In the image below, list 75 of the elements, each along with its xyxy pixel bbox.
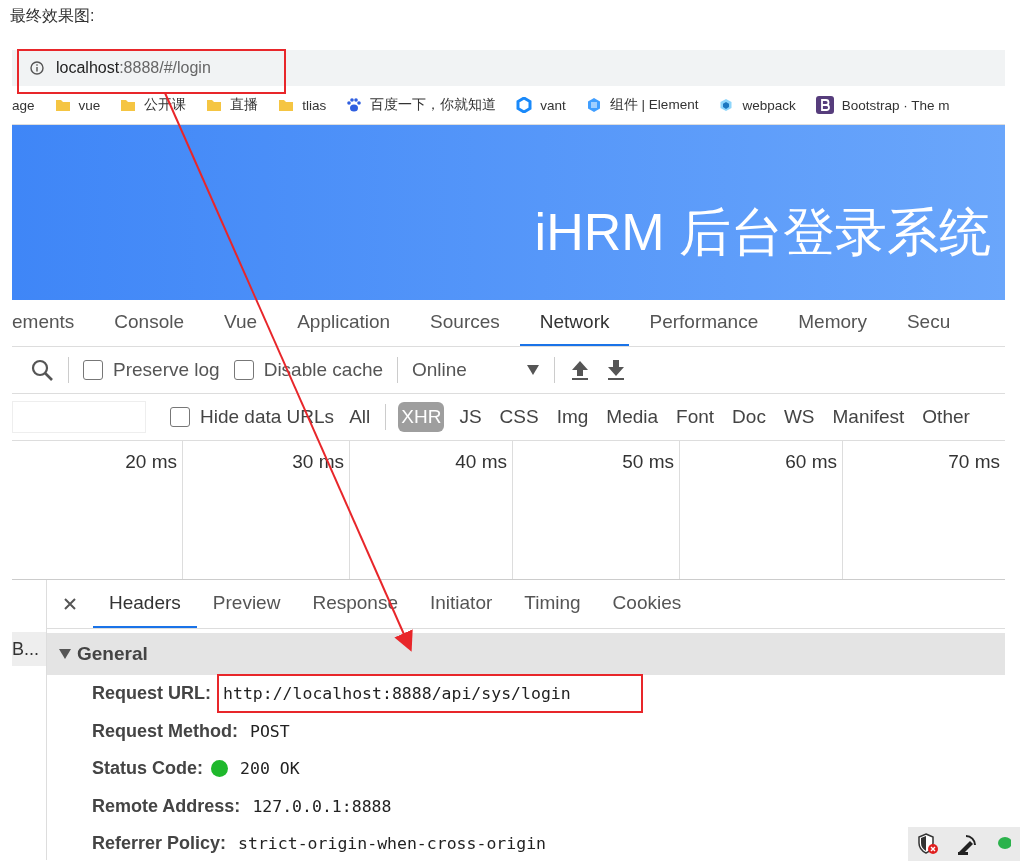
section-header[interactable]: General xyxy=(47,633,1005,675)
type-filter[interactable]: Media xyxy=(603,402,662,432)
detail-tab[interactable]: Cookies xyxy=(596,580,698,628)
cube-icon xyxy=(718,97,735,113)
satellite-icon[interactable] xyxy=(956,833,978,855)
bookmark[interactable]: 百度一下，你就知道 xyxy=(346,96,497,114)
devtools-tab[interactable]: Performance xyxy=(629,300,779,346)
header-label: Referrer Policy: xyxy=(92,833,227,855)
paw-icon xyxy=(346,97,363,113)
header-label: Remote Address: xyxy=(92,795,241,817)
bookmark[interactable]: 直播 xyxy=(206,96,259,114)
banner-title: iHRM 后台登录系统 xyxy=(534,201,991,263)
search-icon[interactable] xyxy=(30,358,54,382)
type-filter[interactable]: JS xyxy=(456,402,485,432)
bookmark[interactable]: webpack xyxy=(718,97,796,113)
shield-icon[interactable] xyxy=(916,833,939,855)
hexagon-icon xyxy=(585,97,602,113)
caret-icon[interactable] xyxy=(526,364,540,376)
header-value: strict-origin-when-cross-origin xyxy=(237,833,547,856)
type-filter[interactable]: Doc xyxy=(729,402,769,432)
download-icon[interactable] xyxy=(605,359,627,381)
type-filter[interactable]: Img xyxy=(553,402,592,432)
type-filter[interactable]: All xyxy=(346,402,374,432)
time-tick: 50 ms xyxy=(622,451,674,472)
bookmark[interactable]: tlias xyxy=(278,97,327,113)
bookmark[interactable]: Bootstrap · The m xyxy=(815,96,950,114)
type-filter[interactable]: WS xyxy=(780,402,818,432)
bootstrap-icon xyxy=(815,96,834,114)
header-value: 200 OK xyxy=(239,758,301,781)
header-value: 127.0.0.1:8888 xyxy=(251,795,393,818)
url-path: :8888/#/login xyxy=(119,59,211,77)
preserve-log-checkbox[interactable]: Preserve log xyxy=(83,359,220,381)
time-tick: 40 ms xyxy=(455,451,507,472)
url-host: localhost xyxy=(56,59,120,77)
devtools-tab[interactable]: ements xyxy=(12,300,95,346)
bookmark[interactable]: age xyxy=(12,97,35,113)
type-filter[interactable]: Manifest xyxy=(829,402,908,432)
caption: 最终效果图: xyxy=(10,6,95,26)
devtools-tab[interactable]: Memory xyxy=(778,300,887,346)
detail-tab[interactable]: Headers xyxy=(93,580,197,628)
header-label: Status Code: xyxy=(92,758,203,780)
folder-icon xyxy=(278,98,295,112)
type-filter[interactable]: CSS xyxy=(496,402,542,432)
close-icon[interactable] xyxy=(63,597,77,611)
devtools-tab[interactable]: Application xyxy=(277,300,411,346)
folder-icon xyxy=(206,98,223,112)
header-value: http://localhost:8888/api/sys/login xyxy=(219,676,641,712)
detail-tab[interactable]: Initiator xyxy=(413,580,509,628)
detail-tab[interactable]: Preview xyxy=(196,580,297,628)
time-tick: 20 ms xyxy=(125,451,177,472)
bookmark[interactable]: vant xyxy=(516,97,566,113)
header-value: POST xyxy=(249,720,291,743)
time-tick: 70 ms xyxy=(948,451,1000,472)
folder-icon xyxy=(54,98,71,112)
header-label: Request Method: xyxy=(92,720,238,742)
time-tick: 60 ms xyxy=(785,451,837,472)
bookmark[interactable]: vue xyxy=(54,97,101,113)
throttle-dropdown[interactable]: Online xyxy=(412,359,512,381)
folder-icon xyxy=(120,98,137,112)
bookmark[interactable]: 组件 | Element xyxy=(585,96,699,114)
devtools-tab[interactable]: Network xyxy=(519,300,630,346)
type-filter[interactable]: Font xyxy=(673,402,718,432)
detail-tab[interactable]: Timing xyxy=(508,580,597,628)
devtools-tab[interactable]: Secu xyxy=(886,300,971,346)
info-icon xyxy=(30,61,44,75)
type-filter[interactable]: Other xyxy=(919,402,973,432)
address-bar[interactable]: localhost:8888/#/login xyxy=(12,50,1005,86)
triangle-icon xyxy=(59,649,71,659)
devtools-tab[interactable]: Sources xyxy=(410,300,520,346)
vant-icon xyxy=(516,97,533,113)
devtools-tab[interactable]: Vue xyxy=(204,300,278,346)
header-label: Request URL: xyxy=(92,683,211,705)
devtools-tab[interactable]: Console xyxy=(94,300,205,346)
request-item[interactable]: B... xyxy=(12,632,46,666)
upload-icon[interactable] xyxy=(569,359,591,381)
